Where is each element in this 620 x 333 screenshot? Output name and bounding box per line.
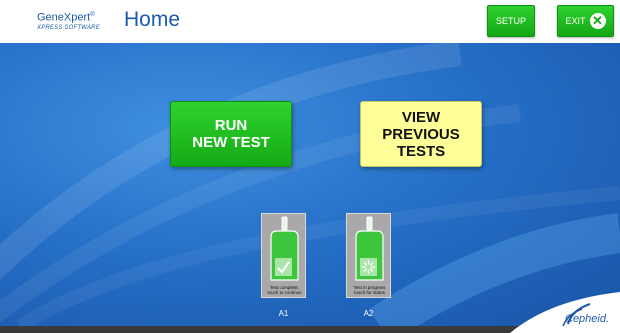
logo-main-text: GeneXpert bbox=[37, 11, 91, 24]
view-tests-label-line3: TESTS bbox=[396, 142, 446, 160]
logo-subtitle: XPRESS SOFTWARE bbox=[37, 24, 100, 31]
genexpert-logo: GeneXpert® XPRESS SOFTWARE bbox=[37, 12, 117, 31]
module-tile-a1[interactable]: Test complete, touch to continue bbox=[261, 213, 306, 298]
cepheid-brand-text: Cepheid. bbox=[565, 313, 610, 325]
run-new-test-button[interactable]: RUN NEW TEST bbox=[170, 101, 292, 167]
home-main-panel: RUN NEW TEST VIEW PREVIOUS TESTS Test co… bbox=[0, 43, 620, 326]
setup-button[interactable]: SETUP bbox=[487, 5, 535, 37]
page-title: Home bbox=[124, 8, 181, 31]
view-tests-label-line2: PREVIOUS bbox=[382, 125, 460, 143]
close-circle-icon: ✕ bbox=[589, 13, 606, 29]
exit-button-label: EXIT bbox=[565, 16, 586, 26]
module-a1-status-line2: touch to continue bbox=[267, 290, 302, 295]
run-new-test-label-line2: NEW TEST bbox=[192, 134, 270, 151]
logo-registered-mark: ® bbox=[90, 12, 95, 18]
header-bar: GeneXpert® XPRESS SOFTWARE Home SETUP EX… bbox=[0, 0, 620, 43]
background-swirl bbox=[0, 43, 620, 326]
module-a2-label: A2 bbox=[363, 309, 374, 318]
view-tests-label-line1: VIEW bbox=[401, 108, 441, 126]
module-a2-status-line2: touch for status bbox=[354, 290, 385, 295]
module-a1-label: A1 bbox=[278, 309, 289, 318]
run-new-test-label-line1: RUN bbox=[214, 117, 248, 134]
exit-button[interactable]: EXIT ✕ bbox=[557, 5, 614, 37]
setup-button-label: SETUP bbox=[495, 16, 526, 26]
module-tile-a2[interactable]: Test in progress touch for status bbox=[346, 213, 391, 298]
view-previous-tests-button[interactable]: VIEW PREVIOUS TESTS bbox=[360, 101, 482, 167]
